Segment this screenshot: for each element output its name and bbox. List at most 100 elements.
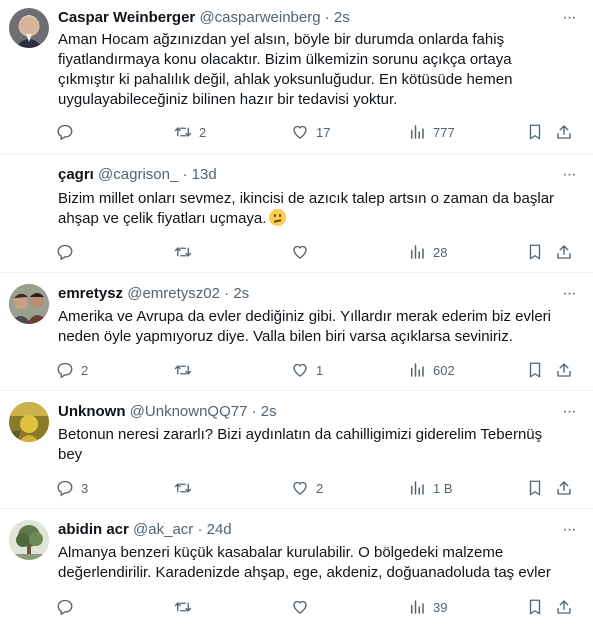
reply-button[interactable]: 2 — [56, 360, 88, 380]
tweet-text-content: Bizim millet onları sevmez, ikincisi de … — [58, 190, 555, 227]
separator-dot: · — [251, 403, 257, 420]
tweet-header: emretysz @emretysz02 · 2s — [58, 284, 553, 304]
more-options-icon[interactable]: ··· — [559, 284, 579, 304]
retweet-button[interactable] — [174, 597, 199, 617]
retweet-icon — [174, 364, 192, 376]
bookmark-button[interactable] — [526, 242, 544, 262]
tweet-header: Unknown @UnknownQQ77 · 2s — [58, 402, 553, 422]
share-icon — [557, 125, 571, 139]
tweet[interactable]: çagrı @cagrison_ · 13d ··· Bizim millet … — [0, 155, 593, 273]
reply-button[interactable] — [56, 122, 81, 142]
more-options-icon[interactable]: ··· — [559, 165, 579, 185]
retweet-button[interactable] — [174, 360, 199, 380]
action-bar: 3 2 1 B — [50, 478, 585, 498]
avatar[interactable] — [9, 520, 49, 560]
view-count: 777 — [433, 124, 455, 140]
bookmark-icon — [529, 244, 541, 260]
reply-count: 2 — [81, 362, 89, 378]
timestamp[interactable]: 13d — [192, 166, 217, 183]
avatar[interactable] — [9, 284, 49, 324]
share-button[interactable] — [555, 242, 573, 262]
like-count: 1 — [316, 362, 324, 378]
view-count: 602 — [433, 362, 455, 378]
views-chart-icon — [411, 363, 424, 377]
timestamp[interactable]: 2s — [334, 9, 350, 26]
more-options-icon[interactable]: ··· — [559, 402, 579, 422]
retweet-button[interactable] — [174, 242, 199, 262]
author-name[interactable]: Unknown — [58, 403, 126, 420]
bookmark-icon — [529, 480, 541, 496]
more-options-icon[interactable]: ··· — [559, 8, 579, 28]
bookmark-icon — [529, 124, 541, 140]
view-count: 1 B — [433, 480, 453, 496]
action-bar: 28 — [50, 242, 585, 262]
reply-icon — [57, 362, 73, 379]
views-button[interactable]: 39 — [408, 597, 447, 617]
bookmark-button[interactable] — [526, 478, 544, 498]
author-handle[interactable]: @emretysz02 — [127, 285, 220, 302]
author-handle[interactable]: @ak_acr — [133, 521, 193, 538]
tweet[interactable]: abidin acr @ak_acr · 24d ··· Almanya ben… — [0, 509, 593, 633]
author-name[interactable]: emretysz — [58, 285, 123, 302]
like-button[interactable]: 17 — [291, 122, 330, 142]
views-chart-icon — [411, 245, 424, 259]
author-name[interactable]: çagrı — [58, 166, 94, 183]
share-button[interactable] — [555, 478, 573, 498]
timestamp[interactable]: 2s — [233, 285, 249, 302]
author-handle[interactable]: @cagrison_ — [98, 166, 178, 183]
retweet-button[interactable] — [174, 478, 199, 498]
like-count: 2 — [316, 480, 324, 496]
tweet-header: çagrı @cagrison_ · 13d — [58, 165, 553, 185]
reply-button[interactable]: 3 — [56, 478, 88, 498]
views-button[interactable]: 777 — [408, 122, 455, 142]
action-bar: 2 1 602 — [50, 360, 585, 380]
tweet[interactable]: emretysz @emretysz02 · 2s ··· Amerika ve… — [0, 273, 593, 391]
like-button[interactable]: 2 — [291, 478, 323, 498]
author-handle[interactable]: @UnknownQQ77 — [130, 403, 248, 420]
tweet[interactable]: Unknown @UnknownQQ77 · 2s ··· Betonun ne… — [0, 391, 593, 509]
views-button[interactable]: 28 — [408, 242, 447, 262]
tweet[interactable]: Caspar Weinberger @casparweinberg · 2s ·… — [0, 0, 593, 155]
separator-dot: · — [324, 9, 330, 26]
bookmark-button[interactable] — [526, 597, 544, 617]
share-icon — [557, 481, 571, 495]
like-button[interactable]: 1 — [291, 360, 323, 380]
confused-face-emoji-icon — [269, 209, 287, 226]
tweet-text: Aman Hocam ağzınızdan yel alsın, böyle b… — [58, 31, 513, 108]
timestamp[interactable]: 24d — [207, 521, 232, 538]
separator-dot: · — [197, 521, 203, 538]
tweet-text: Betonun neresi zararlı? Bizi aydınlatın … — [58, 426, 543, 463]
bookmark-icon — [529, 599, 541, 615]
author-name[interactable]: Caspar Weinberger — [58, 9, 195, 26]
like-button[interactable] — [291, 597, 316, 617]
heart-icon — [293, 125, 307, 139]
share-icon — [557, 363, 571, 377]
avatar[interactable] — [9, 8, 49, 48]
views-chart-icon — [411, 125, 424, 139]
bookmark-button[interactable] — [526, 122, 544, 142]
timestamp[interactable]: 2s — [261, 403, 277, 420]
retweet-button[interactable]: 2 — [174, 122, 206, 142]
views-button[interactable]: 1 B — [408, 478, 453, 498]
view-count: 28 — [433, 244, 448, 260]
heart-icon — [293, 245, 307, 259]
views-button[interactable]: 602 — [408, 360, 455, 380]
reply-count: 3 — [81, 480, 89, 496]
share-button[interactable] — [555, 360, 573, 380]
tweet-header: abidin acr @ak_acr · 24d — [58, 520, 553, 540]
share-button[interactable] — [555, 122, 573, 142]
more-options-icon[interactable]: ··· — [559, 520, 579, 540]
tweet-header: Caspar Weinberger @casparweinberg · 2s — [58, 8, 553, 28]
reply-icon — [57, 599, 73, 616]
bookmark-button[interactable] — [526, 360, 544, 380]
view-count: 39 — [433, 599, 448, 615]
reply-button[interactable] — [56, 242, 81, 262]
author-name[interactable]: abidin acr — [58, 521, 129, 538]
avatar[interactable] — [9, 402, 49, 442]
like-count: 17 — [316, 124, 331, 140]
author-handle[interactable]: @casparweinberg — [199, 9, 320, 26]
heart-icon — [293, 600, 307, 614]
reply-button[interactable] — [56, 597, 81, 617]
like-button[interactable] — [291, 242, 316, 262]
share-button[interactable] — [555, 597, 573, 617]
